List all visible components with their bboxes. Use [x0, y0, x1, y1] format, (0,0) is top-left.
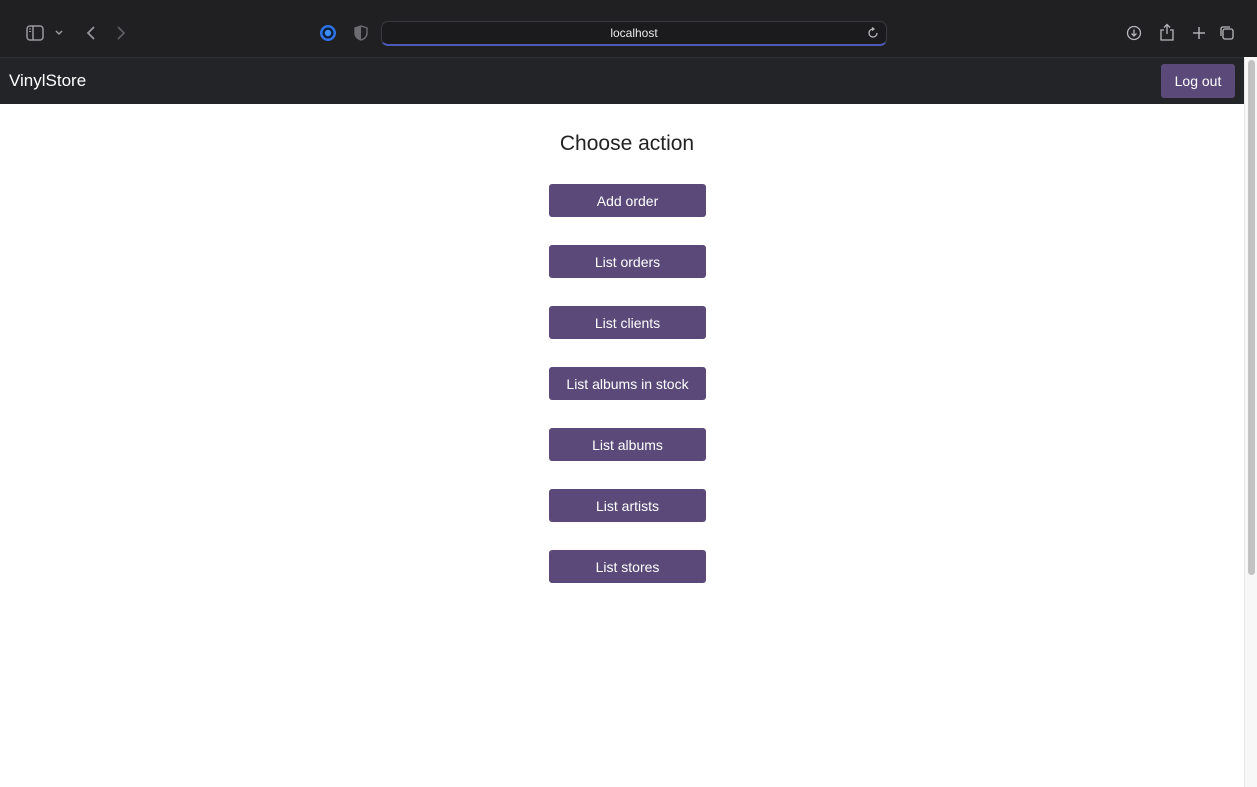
download-icon[interactable] [1126, 25, 1142, 41]
list-albums-in-stock-button[interactable]: List albums in stock [549, 367, 706, 400]
brand-logo[interactable]: VinylStore [9, 71, 86, 91]
list-stores-button[interactable]: List stores [549, 550, 706, 583]
list-clients-button[interactable]: List clients [549, 306, 706, 339]
logout-button[interactable]: Log out [1161, 64, 1235, 98]
action-list: Add order List orders List clients List … [549, 184, 706, 611]
page-title: Choose action [559, 132, 695, 155]
url-text[interactable]: localhost [382, 22, 886, 44]
privacy-report-icon[interactable] [319, 24, 337, 42]
app-navbar: VinylStore Log out [0, 57, 1257, 104]
back-arrow-icon[interactable] [84, 24, 98, 42]
address-bar[interactable]: localhost [381, 21, 887, 46]
main-content: Choose action Add order List orders List… [0, 104, 1244, 787]
add-order-button[interactable]: Add order [549, 184, 706, 217]
page-scrollbar[interactable] [1244, 57, 1257, 787]
shield-icon[interactable] [354, 25, 368, 41]
list-artists-button[interactable]: List artists [549, 489, 706, 522]
share-icon[interactable] [1159, 23, 1175, 42]
chevron-down-icon[interactable] [53, 27, 65, 39]
sidebar-icon[interactable] [26, 25, 44, 41]
scrollbar-thumb[interactable] [1248, 60, 1255, 575]
plus-icon[interactable] [1191, 25, 1207, 41]
tabs-icon[interactable] [1219, 25, 1235, 41]
list-albums-button[interactable]: List albums [549, 428, 706, 461]
forward-arrow-icon[interactable] [114, 24, 128, 42]
list-orders-button[interactable]: List orders [549, 245, 706, 278]
browser-toolbar: localhost [0, 0, 1257, 57]
reload-icon[interactable] [866, 26, 880, 40]
